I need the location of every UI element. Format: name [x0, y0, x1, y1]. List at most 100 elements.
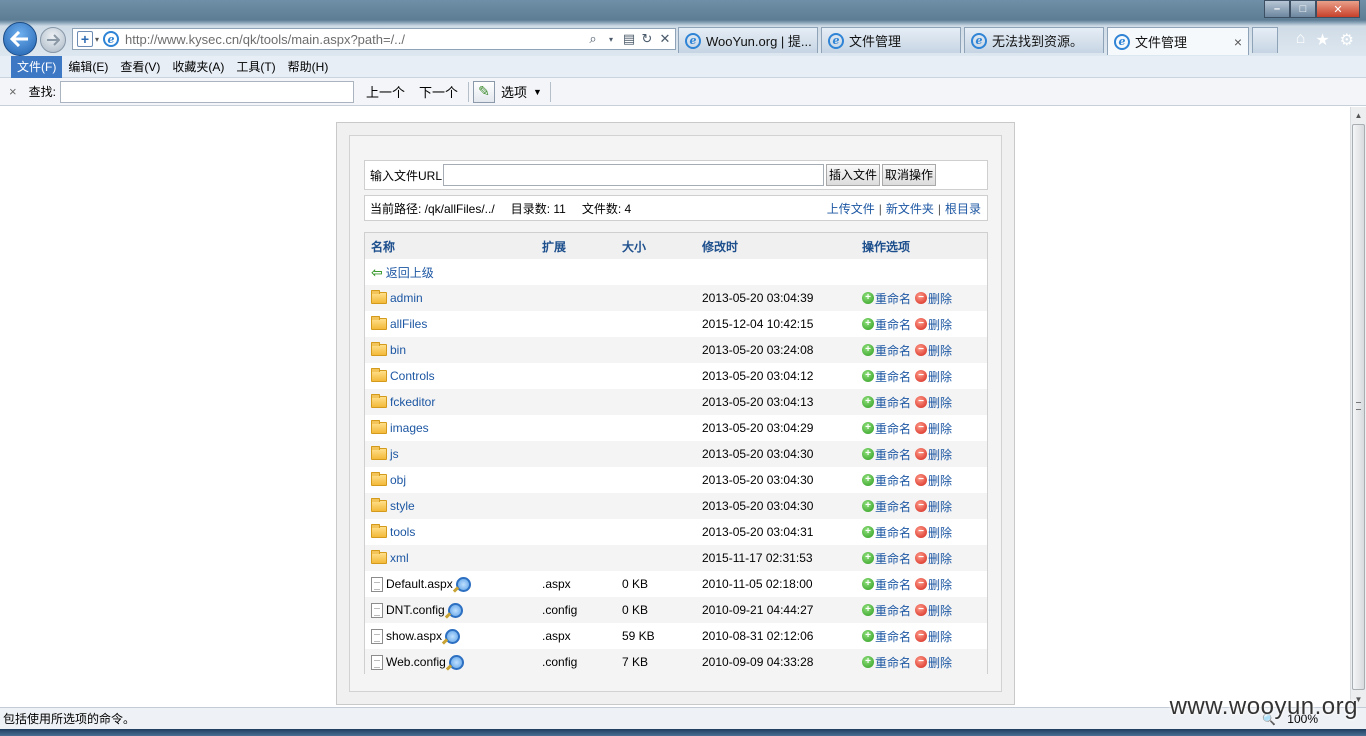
- delete-icon[interactable]: −: [915, 396, 928, 408]
- rename-link[interactable]: 重命名: [875, 316, 911, 333]
- view-magnifier-icon[interactable]: [447, 602, 463, 618]
- rename-icon[interactable]: +: [862, 604, 874, 616]
- rename-icon[interactable]: +: [862, 370, 874, 382]
- rename-icon[interactable]: +: [862, 318, 874, 330]
- delete-link[interactable]: 删除: [928, 472, 952, 489]
- folder-link[interactable]: xml: [371, 550, 409, 565]
- stop-icon[interactable]: ✕: [657, 31, 673, 47]
- rename-icon[interactable]: +: [862, 500, 874, 512]
- rename-icon[interactable]: +: [862, 656, 874, 668]
- delete-icon[interactable]: −: [915, 292, 928, 304]
- delete-link[interactable]: 删除: [928, 290, 952, 307]
- folder-link[interactable]: tools: [371, 524, 415, 539]
- insert-file-button[interactable]: 插入文件: [826, 164, 881, 186]
- folder-link[interactable]: Controls: [371, 368, 435, 383]
- close-tab-icon[interactable]: ×: [1226, 34, 1242, 50]
- delete-link[interactable]: 删除: [928, 316, 952, 333]
- rename-icon[interactable]: +: [862, 552, 874, 564]
- delete-link[interactable]: 删除: [928, 654, 952, 671]
- rename-link[interactable]: 重命名: [875, 394, 911, 411]
- delete-icon[interactable]: −: [915, 578, 928, 590]
- folder-link[interactable]: allFiles: [371, 316, 427, 331]
- rename-link[interactable]: 重命名: [875, 524, 911, 541]
- search-icon[interactable]: ⌕: [585, 31, 601, 47]
- menu-edit[interactable]: 编辑(E): [62, 56, 114, 78]
- delete-link[interactable]: 删除: [928, 550, 952, 567]
- close-find-icon[interactable]: ×: [9, 84, 17, 99]
- view-magnifier-icon[interactable]: [455, 576, 471, 592]
- rename-link[interactable]: 重命名: [875, 446, 911, 463]
- close-window-button[interactable]: ✕: [1316, 0, 1360, 18]
- tab-wooyun[interactable]: e WooYun.org | 提...: [678, 27, 818, 53]
- folder-link[interactable]: js: [371, 446, 399, 461]
- delete-link[interactable]: 删除: [928, 498, 952, 515]
- rename-link[interactable]: 重命名: [875, 628, 911, 645]
- delete-icon[interactable]: −: [915, 604, 928, 616]
- find-next-button[interactable]: 下一个: [417, 82, 460, 101]
- folder-link[interactable]: style: [371, 498, 415, 513]
- root-directory-link[interactable]: 根目录: [945, 202, 981, 216]
- rename-icon[interactable]: +: [862, 344, 874, 356]
- vertical-scrollbar[interactable]: ▲ ▼: [1350, 107, 1366, 707]
- scroll-up-icon[interactable]: ▲: [1351, 107, 1366, 123]
- back-link[interactable]: ⇦ 返回上级: [371, 264, 434, 281]
- rename-icon[interactable]: +: [862, 422, 874, 434]
- delete-icon[interactable]: −: [915, 422, 928, 434]
- folder-link[interactable]: admin: [371, 290, 423, 305]
- home-icon[interactable]: ⌂: [1296, 30, 1306, 50]
- rename-icon[interactable]: +: [862, 448, 874, 460]
- delete-link[interactable]: 删除: [928, 524, 952, 541]
- folder-link[interactable]: fckeditor: [371, 394, 435, 409]
- rename-icon[interactable]: +: [862, 526, 874, 538]
- delete-icon[interactable]: −: [915, 630, 928, 642]
- delete-icon[interactable]: −: [915, 318, 928, 330]
- folder-link[interactable]: obj: [371, 472, 406, 487]
- rename-icon[interactable]: +: [862, 292, 874, 304]
- tab-file-manager-1[interactable]: e 文件管理: [821, 27, 961, 53]
- rename-link[interactable]: 重命名: [875, 420, 911, 437]
- maximize-button[interactable]: □: [1290, 0, 1316, 18]
- address-bar[interactable]: + ▾ e http://www.kysec.cn/qk/tools/main.…: [72, 28, 676, 50]
- delete-link[interactable]: 删除: [928, 394, 952, 411]
- delete-link[interactable]: 删除: [928, 576, 952, 593]
- delete-icon[interactable]: −: [915, 474, 928, 486]
- folder-link[interactable]: bin: [371, 342, 406, 357]
- find-prev-button[interactable]: 上一个: [364, 82, 407, 101]
- new-tab-button[interactable]: [1252, 27, 1278, 53]
- menu-favorites[interactable]: 收藏夹(A): [166, 56, 230, 78]
- delete-icon[interactable]: −: [915, 500, 928, 512]
- rename-icon[interactable]: +: [862, 630, 874, 642]
- delete-link[interactable]: 删除: [928, 420, 952, 437]
- compatibility-view-icon[interactable]: ▤: [621, 31, 637, 47]
- view-magnifier-icon[interactable]: [445, 628, 461, 644]
- find-input[interactable]: [59, 80, 354, 103]
- rename-icon[interactable]: +: [862, 474, 874, 486]
- rename-link[interactable]: 重命名: [875, 550, 911, 567]
- tab-file-manager-active[interactable]: e 文件管理 ×: [1107, 27, 1249, 55]
- address-url[interactable]: http://www.kysec.cn/qk/tools/main.aspx?p…: [125, 32, 585, 47]
- rename-link[interactable]: 重命名: [875, 368, 911, 385]
- delete-icon[interactable]: −: [915, 344, 928, 356]
- new-folder-link[interactable]: 新文件夹: [886, 202, 934, 216]
- rename-link[interactable]: 重命名: [875, 602, 911, 619]
- tab-not-found[interactable]: e 无法找到资源。: [964, 27, 1104, 53]
- delete-link[interactable]: 删除: [928, 602, 952, 619]
- back-button[interactable]: [3, 22, 37, 56]
- cancel-operation-button[interactable]: 取消操作: [882, 164, 937, 186]
- upload-file-link[interactable]: 上传文件: [827, 202, 875, 216]
- add-favorite-icon[interactable]: +: [77, 31, 93, 47]
- delete-icon[interactable]: −: [915, 448, 928, 460]
- scrollbar-thumb[interactable]: [1352, 124, 1365, 690]
- delete-link[interactable]: 删除: [928, 628, 952, 645]
- star-icon[interactable]: ★: [1315, 30, 1329, 50]
- delete-link[interactable]: 删除: [928, 342, 952, 359]
- delete-link[interactable]: 删除: [928, 446, 952, 463]
- refresh-icon[interactable]: ↻: [639, 31, 655, 47]
- highlight-pencil-icon[interactable]: ✎: [472, 80, 495, 103]
- menu-help[interactable]: 帮助(H): [282, 56, 335, 78]
- rename-link[interactable]: 重命名: [875, 576, 911, 593]
- file-url-input[interactable]: [443, 164, 825, 186]
- chevron-down-icon[interactable]: ▼: [533, 87, 542, 97]
- menu-tools[interactable]: 工具(T): [230, 56, 281, 78]
- forward-button[interactable]: [40, 27, 66, 53]
